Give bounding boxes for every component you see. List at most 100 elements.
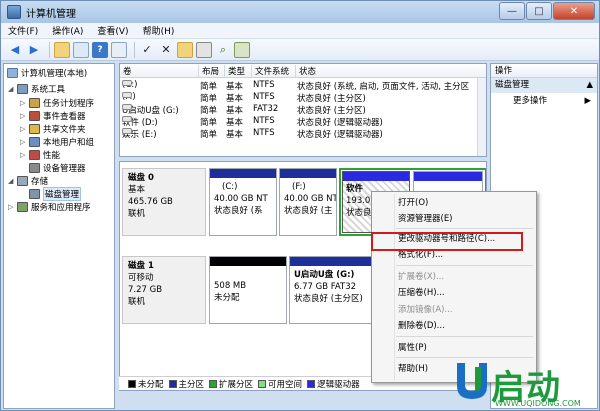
- folder-icon[interactable]: [177, 41, 193, 58]
- export-icon[interactable]: [196, 41, 212, 58]
- volume-row[interactable]: U启动U盘 (G:) 简单 基本 FAT32 状态良好 (主分区): [120, 104, 486, 116]
- properties-icon[interactable]: [111, 41, 127, 58]
- volume-cell: 基本: [226, 118, 244, 128]
- tree-expander-icon[interactable]: ▷: [8, 203, 16, 211]
- disk-0-name: 磁盘 0: [128, 173, 154, 183]
- partition-c-status: 状态良好 (系: [214, 206, 263, 216]
- unallocated-status: 未分配: [214, 293, 240, 303]
- search-icon[interactable]: ⌕: [215, 42, 231, 58]
- tree-expander-icon[interactable]: ▷: [20, 151, 28, 159]
- column-type[interactable]: 类型: [225, 65, 252, 77]
- context-menu-item[interactable]: 属性(P): [398, 341, 427, 355]
- tree-item[interactable]: ▷ 任务计划程序: [20, 96, 94, 109]
- volume-cell: 状态良好 (逻辑驱动器): [297, 130, 383, 140]
- drive-icon: [122, 116, 132, 122]
- uqidong-logo: 启动 WWW.UQIDONG.COM: [451, 357, 599, 411]
- legend-swatch-free: [258, 379, 267, 388]
- tree-item-label: 本地用户和组: [43, 137, 95, 148]
- volume-cell: 简单: [200, 94, 218, 104]
- up-folder-icon[interactable]: [54, 41, 70, 58]
- submenu-arrow-icon: ▶: [584, 96, 591, 106]
- tree-item[interactable]: ▷ 本地用户和组: [20, 135, 94, 148]
- tree-item-label: 系统工具: [31, 84, 66, 95]
- help-icon[interactable]: ?: [92, 41, 108, 58]
- tree-item[interactable]: 磁盘管理: [20, 186, 82, 201]
- collapse-arrow-icon[interactable]: ▲: [586, 78, 593, 93]
- tree-node-icon: [17, 83, 28, 94]
- menu-bar: 文件(F) 操作(A) 查看(V) 帮助(H): [1, 23, 599, 39]
- tree-expander-icon[interactable]: ◢: [8, 177, 16, 185]
- context-menu-item[interactable]: 资源管理器(E): [398, 212, 453, 226]
- tree-node-icon: [29, 97, 40, 108]
- volume-cell: 状态良好 (系统, 启动, 页面文件, 活动, 主分区: [297, 82, 470, 92]
- volume-name-cell: (C:): [122, 80, 200, 90]
- forward-icon[interactable]: ▶: [26, 42, 42, 58]
- column-volume[interactable]: 卷: [120, 65, 199, 77]
- back-icon[interactable]: ◀: [7, 42, 23, 58]
- partition-f[interactable]: (F:) 40.00 GB NT 状态良好 (主: [279, 168, 337, 236]
- tree-root-label: 计算机管理(本地): [21, 68, 88, 79]
- tree-node-icon: [29, 136, 40, 147]
- tree-expander-icon[interactable]: ◢: [8, 85, 16, 93]
- menu-help[interactable]: 帮助(H): [136, 24, 182, 37]
- unallocated-bar: [210, 257, 286, 266]
- check-icon[interactable]: ✓: [139, 42, 155, 58]
- actions-section-disk-management[interactable]: 磁盘管理 ▲: [491, 78, 597, 93]
- context-menu-item[interactable]: 打开(O): [398, 196, 428, 210]
- volume-cell: 状态良好 (主分区): [297, 94, 366, 104]
- context-menu-item[interactable]: 删除卷(D)...: [398, 319, 445, 333]
- vertical-scrollbar[interactable]: [477, 78, 486, 156]
- disk-1-size: 7.27 GB: [128, 285, 163, 295]
- more-actions[interactable]: 更多操作 ▶: [491, 93, 597, 109]
- show-tree-icon[interactable]: [73, 41, 89, 58]
- maximize-button[interactable]: □: [526, 2, 552, 20]
- menu-action[interactable]: 操作(A): [45, 24, 90, 37]
- tree-root[interactable]: 计算机管理(本地): [7, 66, 87, 79]
- tree-item-label: 服务和应用程序: [31, 202, 91, 213]
- volume-cell: 状态良好 (主分区): [297, 106, 366, 116]
- menu-file[interactable]: 文件(F): [1, 24, 45, 37]
- logical-bar: [343, 172, 409, 181]
- tool-icon[interactable]: [234, 41, 250, 58]
- minimize-button[interactable]: —: [499, 2, 525, 20]
- column-status[interactable]: 状态: [296, 65, 486, 77]
- partition-c[interactable]: (C:) 40.00 GB NT 状态良好 (系: [209, 168, 277, 236]
- tree-item[interactable]: ▷ 共享文件夹: [20, 122, 86, 135]
- tree-item[interactable]: ▷ 事件查看器: [20, 109, 86, 122]
- volume-row[interactable]: 娱乐 (E:) 简单 基本 NTFS 状态良好 (逻辑驱动器): [120, 128, 486, 140]
- tree-expander-icon[interactable]: ▷: [20, 125, 28, 133]
- title-bar[interactable]: 计算机管理 — □ ✕: [1, 1, 599, 23]
- primary-bar: [210, 169, 276, 178]
- tree-item[interactable]: ◢ 系统工具: [8, 82, 65, 95]
- volume-row[interactable]: (C:)简单基本 NTFS 状态良好 (系统, 启动, 页面文件, 活动, 主分区: [120, 80, 486, 92]
- tree-item[interactable]: 设备管理器: [20, 161, 86, 174]
- partition-c-size: 40.00 GB NT: [214, 194, 268, 204]
- column-filesystem[interactable]: 文件系统: [252, 65, 296, 77]
- tree-item[interactable]: ◢ 存储: [8, 174, 48, 187]
- unallocated-space[interactable]: 508 MB 未分配: [209, 256, 287, 324]
- tree-node-icon: [29, 110, 40, 121]
- tree-expander-icon[interactable]: ▷: [20, 99, 28, 107]
- tree-item[interactable]: ▷ 性能: [20, 148, 60, 161]
- volume-row[interactable]: 软件 (D:) 简单 基本 NTFS 状态良好 (逻辑驱动器): [120, 116, 486, 128]
- disk-0-info[interactable]: 磁盘 0 基本 465.76 GB 联机: [122, 168, 206, 236]
- column-layout[interactable]: 布局: [199, 65, 225, 77]
- tree-expander-icon[interactable]: ▷: [20, 138, 28, 146]
- partition-f-label: (F:): [292, 182, 306, 192]
- menu-view[interactable]: 查看(V): [90, 24, 135, 37]
- u-logo-icon: [457, 363, 487, 399]
- volume-list: 卷 布局 类型 文件系统 状态 (C:)简单基本NTFS状态良好 (系统, 启动…: [119, 63, 487, 157]
- volume-row[interactable]: (F:)简单基本 NTFS 状态良好 (主分区): [120, 92, 486, 104]
- tree-item[interactable]: ▷ 服务和应用程序: [8, 200, 91, 213]
- close-button[interactable]: ✕: [553, 2, 595, 20]
- delete-icon[interactable]: ✕: [158, 42, 174, 58]
- tree-expander-icon[interactable]: ▷: [20, 112, 28, 120]
- tree-node-icon: [29, 149, 40, 160]
- tree-node-icon: [29, 188, 40, 199]
- context-menu-item[interactable]: 帮助(H): [398, 362, 428, 376]
- disk-1-info[interactable]: 磁盘 1 可移动 7.27 GB 联机: [122, 256, 206, 324]
- disk-1-status: 联机: [128, 297, 146, 307]
- context-menu-item[interactable]: 压缩卷(H)...: [398, 286, 445, 300]
- volume-cell: 基本: [226, 82, 244, 92]
- menu-separator: [396, 265, 533, 266]
